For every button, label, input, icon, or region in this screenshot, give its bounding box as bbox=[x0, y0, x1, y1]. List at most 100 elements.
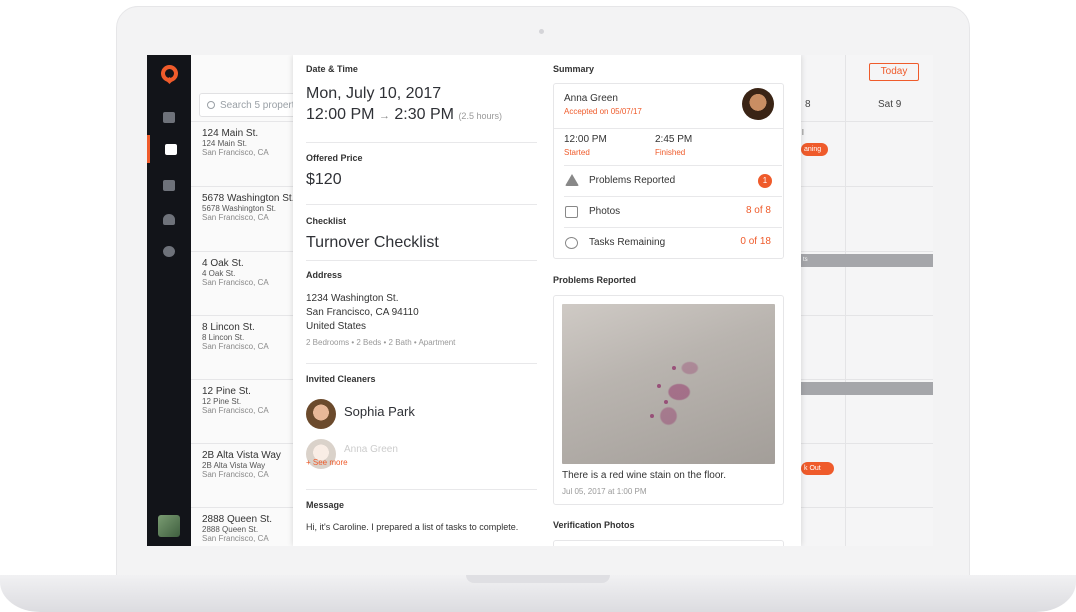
property-item[interactable]: 5678 Washington St. 5678 Washington St. … bbox=[191, 186, 295, 222]
cleaner-name[interactable]: Anna Green bbox=[344, 443, 398, 457]
booking-time: 12:00 PM → 2:30 PM (2.5 hours) bbox=[306, 106, 502, 124]
divider bbox=[564, 227, 782, 228]
property-name: 12 Pine St. bbox=[202, 386, 251, 397]
calendar-row-line bbox=[801, 251, 933, 252]
start-time: 12:00 PM bbox=[564, 134, 607, 145]
time-end: 2:30 PM bbox=[394, 106, 454, 123]
cleaner-name: Anna Green bbox=[564, 93, 618, 104]
side-nav bbox=[147, 55, 191, 546]
camera-icon bbox=[565, 206, 578, 218]
calendar-block-band bbox=[801, 382, 933, 395]
user-avatar[interactable] bbox=[158, 515, 180, 537]
photos-label[interactable]: Photos bbox=[589, 205, 620, 219]
calendar-row-line bbox=[801, 379, 933, 380]
end-time: 2:45 PM bbox=[655, 134, 693, 145]
time-start: 12:00 PM bbox=[306, 106, 375, 123]
cleaner-avatar bbox=[306, 399, 336, 429]
app-screen: Search 5 properties 124 Main St. 124 Mai… bbox=[147, 55, 933, 546]
problems-section-label: Problems Reported bbox=[553, 275, 637, 285]
property-street: 124 Main St. bbox=[202, 139, 247, 148]
tasks-label[interactable]: Tasks Remaining bbox=[589, 236, 665, 250]
property-street: 5678 Washington St. bbox=[202, 204, 276, 213]
logo-icon[interactable] bbox=[161, 65, 178, 82]
nav-people[interactable] bbox=[147, 205, 191, 233]
calendar-row-line bbox=[801, 443, 933, 444]
tasks-count: 0 of 18 bbox=[740, 236, 771, 247]
address-line3: United States bbox=[306, 321, 367, 332]
calendar-icon bbox=[164, 143, 177, 155]
nav-properties[interactable] bbox=[147, 171, 191, 199]
offered-price: $120 bbox=[306, 171, 342, 188]
property-street: 8 Lincon St. bbox=[202, 333, 245, 342]
property-item[interactable]: 2888 Queen St. 2888 Queen St. San Franci… bbox=[191, 507, 293, 543]
problem-caption: There is a red wine stain on the floor. bbox=[562, 470, 726, 481]
property-list: Search 5 properties 124 Main St. 124 Mai… bbox=[191, 55, 309, 546]
minus-circle-icon bbox=[565, 237, 578, 249]
home-icon bbox=[163, 179, 175, 191]
divider bbox=[306, 260, 537, 261]
search-icon bbox=[207, 101, 215, 109]
photos-count: 8 of 8 bbox=[745, 205, 771, 216]
property-city: San Francisco, CA bbox=[202, 470, 269, 479]
booking-date: Mon, July 10, 2017 bbox=[306, 85, 442, 102]
nav-reports[interactable] bbox=[147, 237, 191, 265]
cleaner-name[interactable]: Sophia Park bbox=[344, 404, 415, 419]
divider bbox=[306, 363, 537, 364]
arrow-right-icon: → bbox=[378, 110, 390, 122]
camera-dot bbox=[539, 29, 544, 34]
checkbox-icon bbox=[163, 111, 175, 123]
calendar-day-header: Sat 9 bbox=[878, 99, 902, 110]
property-city: San Francisco, CA bbox=[202, 406, 269, 415]
nav-calendar[interactable] bbox=[147, 135, 191, 163]
property-street: 2888 Queen St. bbox=[202, 525, 259, 534]
address-label: Address bbox=[306, 270, 343, 280]
property-name: 8 Lincon St. bbox=[202, 322, 255, 333]
address-line2: San Francisco, CA 94110 bbox=[306, 307, 419, 318]
calendar-event-checkout[interactable]: k Out bbox=[801, 462, 834, 475]
property-name: 2888 Queen St. bbox=[202, 514, 273, 525]
checklist-label: Checklist bbox=[306, 216, 347, 226]
calendar-row-line bbox=[801, 121, 933, 122]
cleaners-label: Invited Cleaners bbox=[306, 374, 376, 384]
start-status: Started bbox=[564, 148, 590, 157]
calendar-block-band: ts bbox=[801, 254, 933, 267]
problems-label[interactable]: Problems Reported bbox=[589, 174, 675, 188]
property-city: San Francisco, CA bbox=[202, 148, 269, 157]
property-street: 2B Alta Vista Way bbox=[202, 461, 266, 470]
property-city: San Francisco, CA bbox=[202, 534, 269, 543]
today-button[interactable]: Today bbox=[869, 63, 919, 81]
stain-mark bbox=[650, 414, 654, 418]
verification-label: Verification Photos bbox=[553, 520, 635, 530]
nav-tasks[interactable] bbox=[147, 103, 191, 131]
problem-photo[interactable] bbox=[562, 304, 775, 464]
price-label: Offered Price bbox=[306, 153, 363, 163]
property-item[interactable]: 12 Pine St. 12 Pine St. San Francisco, C… bbox=[191, 379, 293, 415]
accepted-date: Accepted on 05/07/17 bbox=[564, 107, 642, 116]
calendar-column-divider bbox=[845, 55, 846, 546]
problem-card: There is a red wine stain on the floor. … bbox=[553, 295, 784, 505]
person-icon bbox=[163, 213, 175, 225]
duration: (2.5 hours) bbox=[458, 111, 502, 121]
checklist-name[interactable]: Turnover Checklist bbox=[306, 234, 439, 252]
calendar-row-line bbox=[801, 507, 933, 508]
property-item[interactable]: 8 Lincon St. 8 Lincon St. San Francisco,… bbox=[191, 315, 293, 351]
property-name: 2B Alta Vista Way bbox=[202, 450, 281, 461]
property-name: 124 Main St. bbox=[202, 128, 259, 139]
calendar-day-header: 8 bbox=[805, 99, 811, 110]
property-item[interactable]: 4 Oak St. 4 Oak St. San Francisco, CA bbox=[191, 251, 293, 287]
see-more-link[interactable]: + See more bbox=[306, 458, 348, 467]
verification-card bbox=[553, 540, 784, 546]
calendar-event-cleaning[interactable]: aning bbox=[801, 143, 828, 156]
booking-detail-panel: Date & Time Mon, July 10, 2017 12:00 PM … bbox=[293, 55, 801, 546]
message-label: Message bbox=[306, 500, 345, 510]
divider bbox=[306, 204, 537, 205]
property-city: San Francisco, CA bbox=[202, 278, 269, 287]
summary-card: Anna Green Accepted on 05/07/17 12:00 PM… bbox=[553, 83, 784, 259]
property-item[interactable]: 124 Main St. 124 Main St. San Francisco,… bbox=[191, 121, 293, 157]
calendar-row-line bbox=[801, 315, 933, 316]
message-text: Hi, it's Caroline. I prepared a list of … bbox=[306, 522, 519, 532]
property-street: 4 Oak St. bbox=[202, 269, 236, 278]
property-name: 5678 Washington St. bbox=[202, 193, 295, 204]
property-item[interactable]: 2B Alta Vista Way 2B Alta Vista Way San … bbox=[191, 443, 293, 479]
warning-icon bbox=[565, 174, 579, 186]
